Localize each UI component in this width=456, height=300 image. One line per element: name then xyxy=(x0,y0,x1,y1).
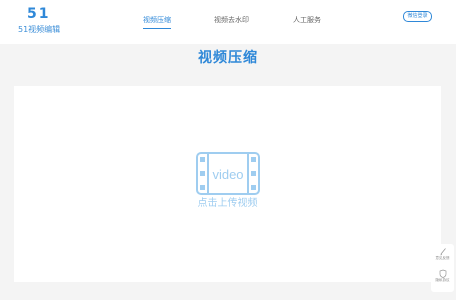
feedback-label: 意见反馈 xyxy=(435,256,450,260)
video-icon-text: video xyxy=(212,167,243,182)
nav-tab-manual-service[interactable]: 人工服务 xyxy=(293,16,321,25)
top-navigation-bar: 51 51视频编辑 视频压缩 视频去水印 人工服务 微信登录 xyxy=(0,0,456,44)
nav-tab-watermark-removal[interactable]: 视频去水印 xyxy=(214,16,249,25)
nav-tab-label: 视频压缩 xyxy=(143,16,171,24)
upload-area[interactable]: video 点击上传视频 xyxy=(14,86,441,282)
nav-tab-video-compress[interactable]: 视频压缩 xyxy=(143,16,171,29)
logo-mark: 51 xyxy=(27,6,51,22)
wechat-login-button[interactable]: 微信登录 xyxy=(403,11,432,22)
nav-tab-label: 视频去水印 xyxy=(214,16,249,24)
shield-icon xyxy=(439,269,446,278)
pen-icon xyxy=(439,248,446,256)
feedback-button[interactable]: 意见反馈 xyxy=(431,247,454,261)
floating-side-panel: 意见反馈 隐私协议 xyxy=(431,244,454,292)
page-title: 视频压缩 xyxy=(198,50,258,66)
upload-label[interactable]: 点击上传视频 xyxy=(14,194,441,209)
privacy-button[interactable]: 隐私协议 xyxy=(431,269,454,283)
active-tab-indicator xyxy=(143,28,171,29)
nav-tab-label: 人工服务 xyxy=(293,16,321,24)
privacy-label: 隐私协议 xyxy=(435,278,450,282)
brand-logo[interactable]: 51 51视频编辑 xyxy=(18,6,68,38)
video-file-icon[interactable]: video xyxy=(196,152,260,195)
logo-text: 51视频编辑 xyxy=(18,25,61,34)
